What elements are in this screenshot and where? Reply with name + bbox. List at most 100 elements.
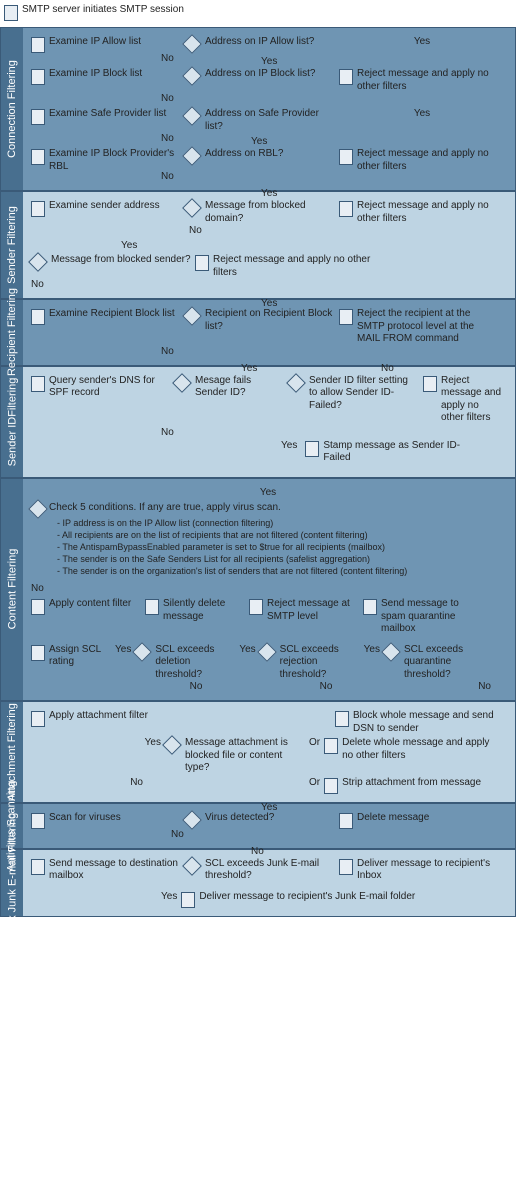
- section-attachment-filtering: Attachment Filtering Apply attachment fi…: [0, 701, 516, 803]
- no-label: No: [161, 427, 505, 438]
- yes-label: Yes: [339, 108, 505, 119]
- terminal-text: Reject message and apply no other filter…: [213, 254, 395, 279]
- process-text: Send message to destination mailbox: [49, 858, 181, 883]
- decision-icon: [182, 146, 202, 166]
- doc-icon: [31, 813, 45, 829]
- no-label: No: [31, 777, 143, 788]
- doc-icon: [31, 37, 45, 53]
- doc-icon: [31, 69, 45, 85]
- process-text: Apply attachment filter: [49, 710, 148, 723]
- terminal-text: Reject message at SMTP level: [267, 598, 359, 623]
- doc-icon: [363, 599, 377, 615]
- doc-icon: [31, 859, 45, 875]
- no-label: No: [261, 681, 391, 692]
- decision-icon: [172, 373, 192, 393]
- decision-text: Address on IP Allow list?: [205, 36, 314, 49]
- no-label: No: [171, 829, 505, 840]
- decision-text: Address on RBL?: [205, 148, 283, 161]
- yes-label: Yes: [241, 363, 257, 374]
- process-text: Query sender's DNS for SPF record: [49, 375, 171, 400]
- decision-text: SCL exceeds rejection threshold?: [280, 644, 360, 682]
- doc-icon: [339, 201, 353, 217]
- no-label: No: [161, 133, 505, 144]
- terminal-text: Reject message and apply no other filter…: [441, 375, 503, 425]
- process-text: Examine IP Block Provider's RBL: [49, 148, 181, 173]
- or-label: Or: [309, 737, 320, 748]
- decision-text: SCL exceeds quarantine threshold?: [404, 644, 484, 682]
- terminal-text: Reject message and apply no other filter…: [357, 148, 499, 173]
- yes-label: Yes: [261, 188, 277, 199]
- yes-label: Yes: [364, 644, 380, 655]
- terminal-text: Silently delete message: [163, 598, 245, 623]
- doc-icon: [339, 813, 353, 829]
- start-text: SMTP server initiates SMTP session: [22, 4, 184, 17]
- terminal-text: Strip attachment from message: [342, 777, 481, 790]
- conditions-title: Check 5 conditions. If any are true, app…: [49, 502, 505, 513]
- yes-label: Yes: [31, 487, 505, 498]
- decision-text: Message attachment is blocked file or co…: [185, 737, 305, 775]
- process-text: Examine IP Block list: [49, 68, 142, 81]
- doc-icon: [31, 376, 45, 392]
- terminal-text: Delete message: [357, 812, 429, 825]
- doc-icon: [31, 645, 45, 661]
- doc-icon: [339, 69, 353, 85]
- no-label: No: [381, 363, 394, 374]
- yes-label: Yes: [281, 440, 297, 451]
- section-label: Outlook Junk E-mail Filtering: [1, 850, 23, 916]
- decision-text: Address on Safe Provider list?: [205, 108, 335, 133]
- doc-icon: [335, 711, 349, 727]
- terminal-text: Deliver message to recipient's Junk E-ma…: [199, 891, 415, 904]
- doc-icon: [423, 376, 437, 392]
- decision-icon: [28, 499, 48, 519]
- no-label: No: [161, 346, 505, 357]
- section-content-filtering: Content Filtering Yes Check 5 conditions…: [0, 478, 516, 702]
- decision-icon: [257, 642, 277, 662]
- terminal-text: Reject the recipient at the SMTP protoco…: [357, 308, 499, 346]
- doc-icon: [31, 109, 45, 125]
- yes-label: Yes: [261, 298, 277, 309]
- decision-icon: [162, 735, 182, 755]
- doc-icon: [181, 892, 195, 908]
- yes-label: Yes: [239, 644, 255, 655]
- section-label: Connection Filtering: [1, 28, 23, 190]
- no-label: No: [161, 93, 505, 104]
- doc-icon: [31, 149, 45, 165]
- decision-text: Mesage fails Sender ID?: [195, 375, 285, 400]
- yes-label: Yes: [161, 891, 177, 902]
- decision-text: Sender ID filter setting to allow Sender…: [309, 375, 419, 413]
- section-label: Content Filtering: [1, 479, 23, 701]
- section-antivirus-scanning: Antivirus Scanning Scan for viruses Viru…: [0, 803, 516, 849]
- section-label: Recipient Filtering: [1, 300, 23, 365]
- terminal-text: Reject message and apply no other filter…: [357, 68, 499, 93]
- decision-icon: [182, 856, 202, 876]
- doc-icon: [249, 599, 263, 615]
- yes-label: Yes: [261, 56, 277, 67]
- doc-icon: [324, 738, 338, 754]
- yes-label: Yes: [261, 802, 277, 813]
- doc-icon: [31, 201, 45, 217]
- decision-icon: [182, 34, 202, 54]
- decision-icon: [182, 810, 202, 830]
- no-label: No: [131, 681, 261, 692]
- or-label: Or: [309, 777, 320, 788]
- yes-label: Yes: [251, 136, 267, 147]
- decision-text: SCL exceeds Junk E-mail threshold?: [205, 858, 335, 883]
- process-text: Apply content filter: [49, 598, 131, 611]
- no-label: No: [251, 846, 264, 857]
- section-outlook-junk-filtering: Outlook Junk E-mail Filtering Send messa…: [0, 849, 516, 917]
- process-text: Examine Safe Provider list: [49, 108, 166, 121]
- doc-icon: [31, 309, 45, 325]
- terminal-text: Stamp message as Sender ID-Failed: [323, 440, 485, 465]
- decision-icon: [182, 198, 202, 218]
- process-text: Examine IP Allow list: [49, 36, 141, 49]
- terminal-text: Deliver message to recipient's Inbox: [357, 858, 499, 883]
- doc-icon: [31, 711, 45, 727]
- doc-icon: [339, 309, 353, 325]
- doc-icon: [324, 778, 338, 794]
- yes-label: Yes: [31, 737, 161, 748]
- process-text: Examine sender address: [49, 200, 160, 213]
- start-node: SMTP server initiates SMTP session: [0, 0, 516, 27]
- decision-icon: [28, 252, 48, 272]
- doc-icon: [4, 5, 18, 21]
- terminal-text: Reject message and apply no other filter…: [357, 200, 499, 225]
